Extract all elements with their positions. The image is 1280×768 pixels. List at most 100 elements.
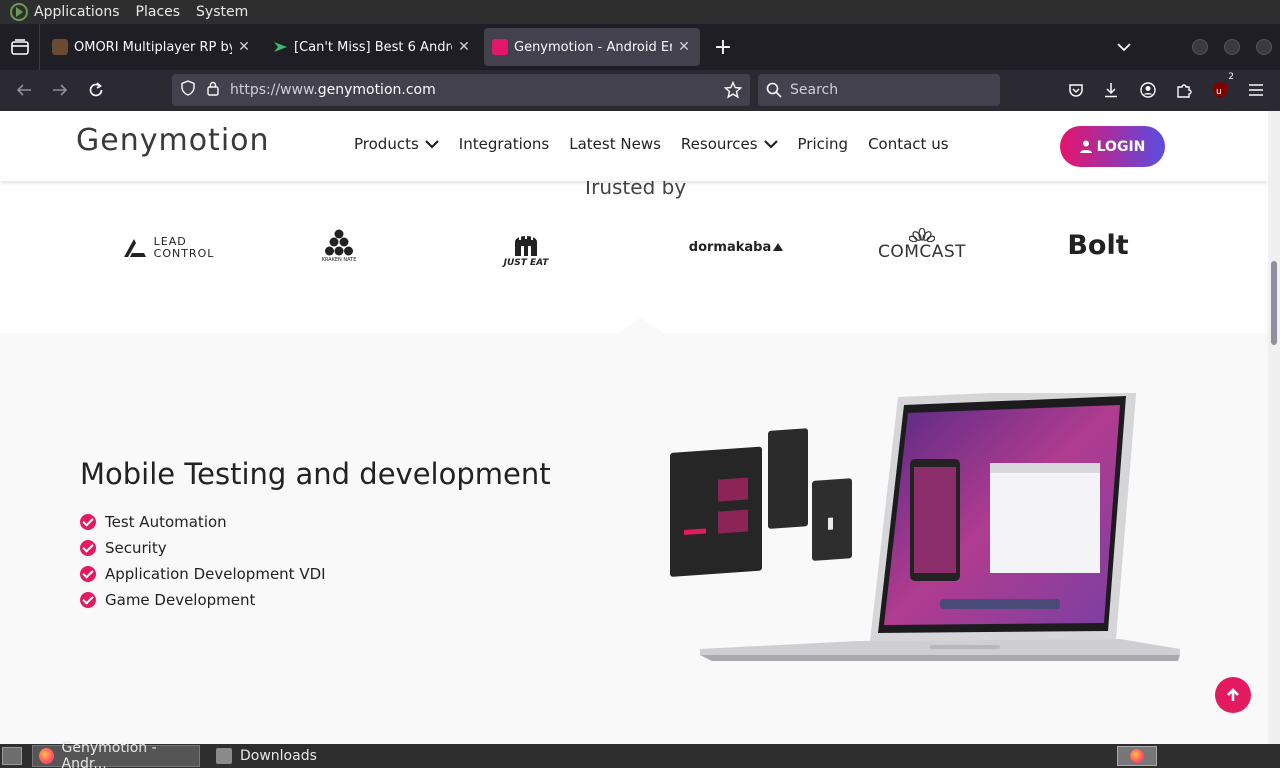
brand-comcast-label: COMCAST — [877, 242, 967, 262]
nav-latest-news[interactable]: Latest News — [569, 135, 661, 153]
menu-applications[interactable]: Applications — [34, 4, 120, 20]
feature-title: Mobile Testing and development — [80, 457, 551, 491]
menu-system[interactable]: System — [196, 4, 248, 20]
tab-favicon-icon — [52, 39, 68, 55]
extension-badge: 2 — [1228, 72, 1234, 82]
user-icon — [1079, 140, 1092, 153]
top-panel: Applications Places System — [0, 0, 1280, 24]
tab-strip: OMORI Multiplayer RP by Ta ✕ [Can't Miss… — [0, 24, 1280, 70]
brand-comcast-logo: COMCAST — [872, 227, 972, 263]
site-nav: Products Integrations Latest News Resour… — [354, 135, 969, 153]
genymotion-logo[interactable]: Genymotion — [76, 123, 270, 158]
tab-best-android[interactable]: [Can't Miss] Best 6 Android ✕ — [264, 28, 480, 66]
brand-control-line: CONTROL — [153, 247, 215, 260]
url-domain: genymotion.com — [317, 82, 436, 98]
nav-products[interactable]: Products — [354, 135, 439, 153]
forward-button[interactable] — [46, 76, 74, 104]
feature-section: Mobile Testing and development Test Auto… — [0, 317, 1268, 744]
new-tab-button[interactable]: + — [708, 32, 738, 62]
reload-icon — [89, 82, 103, 97]
section-notch — [619, 317, 663, 333]
nav-pricing[interactable]: Pricing — [798, 135, 849, 153]
nav-products-label: Products — [354, 135, 419, 153]
check-circle-icon — [80, 566, 96, 582]
check-circle-icon — [80, 540, 96, 556]
taskbar-item-label: Downloads — [240, 748, 317, 764]
brand-just-eat-label: JUST EAT — [503, 258, 549, 268]
show-desktop-icon[interactable] — [2, 747, 22, 765]
folder-icon — [216, 748, 232, 764]
nav-integrations[interactable]: Integrations — [459, 135, 549, 153]
nav-contact-us[interactable]: Contact us — [868, 135, 948, 153]
login-button[interactable]: LOGIN — [1060, 126, 1165, 167]
tab-close-icon[interactable]: ✕ — [676, 39, 692, 55]
taskbar-item-genymotion[interactable]: Genymotion - Andr... — [32, 740, 200, 768]
firefox-view-button[interactable] — [0, 24, 40, 70]
window-close-button[interactable] — [1256, 39, 1272, 55]
ublock-extension-icon[interactable]: u 2 — [1208, 72, 1234, 102]
tab-genymotion[interactable]: Genymotion - Android Emul ✕ — [484, 28, 700, 66]
search-placeholder: Search — [790, 82, 839, 98]
brand-dormakaba-logo: dormakaba — [686, 237, 786, 257]
back-arrow-icon — [16, 84, 31, 96]
arrow-up-icon — [1227, 688, 1239, 701]
web-page: Genymotion Products Integrations Latest … — [0, 111, 1268, 744]
feature-list: Test Automation Security Application Dev… — [80, 509, 326, 613]
taskbar-item-label: Genymotion - Andr... — [61, 740, 157, 768]
brand-bolt-logo: Bolt — [1066, 227, 1130, 263]
app-menu-hamburger-icon[interactable] — [1244, 78, 1268, 102]
reload-button[interactable] — [82, 76, 110, 104]
firefox-icon — [39, 748, 54, 764]
brand-just-eat-logo: JUST EAT — [500, 225, 552, 271]
tab-title: Genymotion - Android Emul — [514, 39, 672, 55]
taskbar: Genymotion - Andr... Downloads — [0, 740, 1280, 768]
forward-arrow-icon — [53, 84, 68, 96]
bookmark-star-icon[interactable] — [723, 80, 743, 103]
applications-logo-icon[interactable] — [10, 3, 28, 21]
chevron-down-icon — [425, 140, 439, 149]
feature-item-label: Test Automation — [105, 513, 227, 531]
login-label: LOGIN — [1096, 138, 1146, 155]
brand-bolt-label: Bolt — [1067, 229, 1129, 261]
back-button[interactable] — [10, 76, 38, 104]
account-icon[interactable] — [1136, 78, 1160, 102]
tab-close-icon[interactable]: ✕ — [236, 39, 252, 55]
window-minimize-button[interactable] — [1192, 39, 1208, 55]
search-bar[interactable]: Search — [758, 74, 1000, 106]
scroll-to-top-button[interactable] — [1215, 677, 1251, 713]
extensions-puzzle-icon[interactable] — [1172, 78, 1196, 102]
url-prefix: https://www. — [230, 82, 318, 98]
window-maximize-button[interactable] — [1224, 39, 1240, 55]
brand-lead-control-logo: LEAD CONTROL — [118, 233, 218, 263]
tracking-shield-icon[interactable] — [180, 80, 196, 100]
tray-firefox-icon[interactable] — [1117, 746, 1157, 766]
lock-icon[interactable] — [206, 80, 220, 100]
page-scrollbar[interactable] — [1268, 111, 1280, 744]
pocket-icon[interactable] — [1064, 78, 1088, 102]
url-text[interactable]: https://www.genymotion.com — [230, 82, 436, 98]
tab-close-icon[interactable]: ✕ — [456, 39, 472, 55]
downloads-icon[interactable] — [1099, 78, 1123, 102]
site-header: Genymotion Products Integrations Latest … — [0, 111, 1268, 181]
feature-item: Game Development — [80, 587, 326, 613]
navigation-toolbar: https://www.genymotion.com Search u 2 — [0, 70, 1280, 111]
taskbar-item-downloads[interactable]: Downloads — [210, 745, 323, 767]
nav-resources[interactable]: Resources — [681, 135, 778, 153]
list-all-tabs-chevron-icon[interactable] — [1112, 32, 1136, 62]
tab-favicon-icon — [492, 39, 508, 55]
brand-dormakaba-label: dormakaba — [688, 239, 772, 255]
nav-resources-label: Resources — [680, 135, 758, 153]
tab-omori[interactable]: OMORI Multiplayer RP by Ta ✕ — [44, 28, 260, 66]
menu-places[interactable]: Places — [136, 4, 181, 20]
feature-item-label: Application Development VDI — [105, 565, 326, 583]
scrollbar-thumb[interactable] — [1271, 261, 1277, 345]
tab-title: OMORI Multiplayer RP by Ta — [74, 39, 232, 55]
brand-kraken-logo: KRAKEN NATE — [312, 225, 366, 267]
svg-text:u: u — [1216, 87, 1222, 97]
chevron-down-icon — [763, 140, 778, 149]
url-bar[interactable]: https://www.genymotion.com — [172, 74, 750, 106]
feature-item-label: Security — [105, 539, 167, 557]
tab-title: [Can't Miss] Best 6 Android — [294, 39, 452, 55]
search-icon — [766, 82, 782, 98]
feature-item: Security — [80, 535, 326, 561]
